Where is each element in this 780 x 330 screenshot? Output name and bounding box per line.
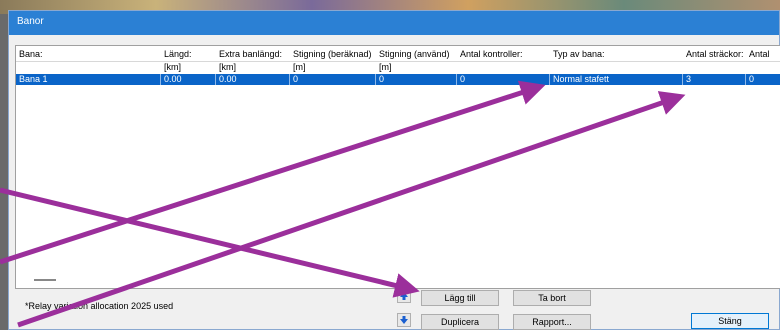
cell-langd[interactable]: 0.00 [161, 74, 216, 85]
table-header-row: Bana: Längd: Extra banlängd: Stigning (b… [16, 48, 780, 61]
window-title: Banor [9, 11, 779, 35]
column-header-antal[interactable]: Antal [746, 48, 780, 61]
cell-stigning-beraknad[interactable]: 0 [290, 74, 376, 85]
table-row[interactable]: Bana 1 0.00 0.00 0 0 0 Normal stafett 3 … [16, 74, 780, 85]
column-header-stigning-anvand[interactable]: Stigning (använd) [376, 48, 457, 61]
horizontal-scrollbar[interactable] [34, 279, 56, 281]
cell-stigning-anvand[interactable]: 0 [376, 74, 457, 85]
unit-cell [550, 62, 683, 73]
cell-antal-kontroller[interactable]: 0 [457, 74, 550, 85]
report-button[interactable]: Rapport... [513, 314, 591, 330]
courses-table: Bana: Längd: Extra banlängd: Stigning (b… [15, 45, 780, 289]
table-units-row: [km] [km] [m] [m] [16, 62, 780, 73]
column-header-extra-banlangd[interactable]: Extra banlängd: [216, 48, 290, 61]
unit-cell [457, 62, 550, 73]
move-up-button[interactable] [397, 289, 411, 303]
cell-bana[interactable]: Bana 1 [16, 74, 161, 85]
unit-cell: [m] [293, 62, 306, 72]
unit-cell [683, 62, 746, 73]
arrow-down-icon [400, 316, 408, 324]
column-header-bana[interactable]: Bana: [16, 48, 161, 61]
duplicate-button[interactable]: Duplicera [421, 314, 499, 330]
unit-cell: [m] [379, 62, 392, 72]
unit-cell [16, 62, 161, 73]
column-header-antal-strackor[interactable]: Antal sträckor: [683, 48, 746, 61]
relay-allocation-note: *Relay variation allocation 2025 used [25, 301, 174, 311]
arrow-up-icon [400, 292, 408, 300]
column-header-stigning-beraknad[interactable]: Stigning (beräknad) [290, 48, 376, 61]
cell-typ-av-bana[interactable]: Normal stafett [550, 74, 683, 85]
column-header-antal-kontroller[interactable]: Antal kontroller: [457, 48, 550, 61]
column-header-langd[interactable]: Längd: [161, 48, 216, 61]
add-button[interactable]: Lägg till [421, 290, 499, 306]
cell-antal-strackor[interactable]: 3 [683, 74, 746, 85]
cell-antal[interactable]: 0 [746, 74, 780, 85]
close-button[interactable]: Stäng [691, 313, 769, 329]
cell-extra-banlangd[interactable]: 0.00 [216, 74, 290, 85]
unit-cell [746, 62, 780, 73]
column-header-typ-av-bana[interactable]: Typ av bana: [550, 48, 683, 61]
delete-button[interactable]: Ta bort [513, 290, 591, 306]
unit-cell: [km] [219, 62, 236, 72]
unit-cell: [km] [164, 62, 181, 72]
move-down-button[interactable] [397, 313, 411, 327]
banor-dialog: Banor Bana: Längd: Extra banlängd: Stign… [8, 10, 780, 330]
